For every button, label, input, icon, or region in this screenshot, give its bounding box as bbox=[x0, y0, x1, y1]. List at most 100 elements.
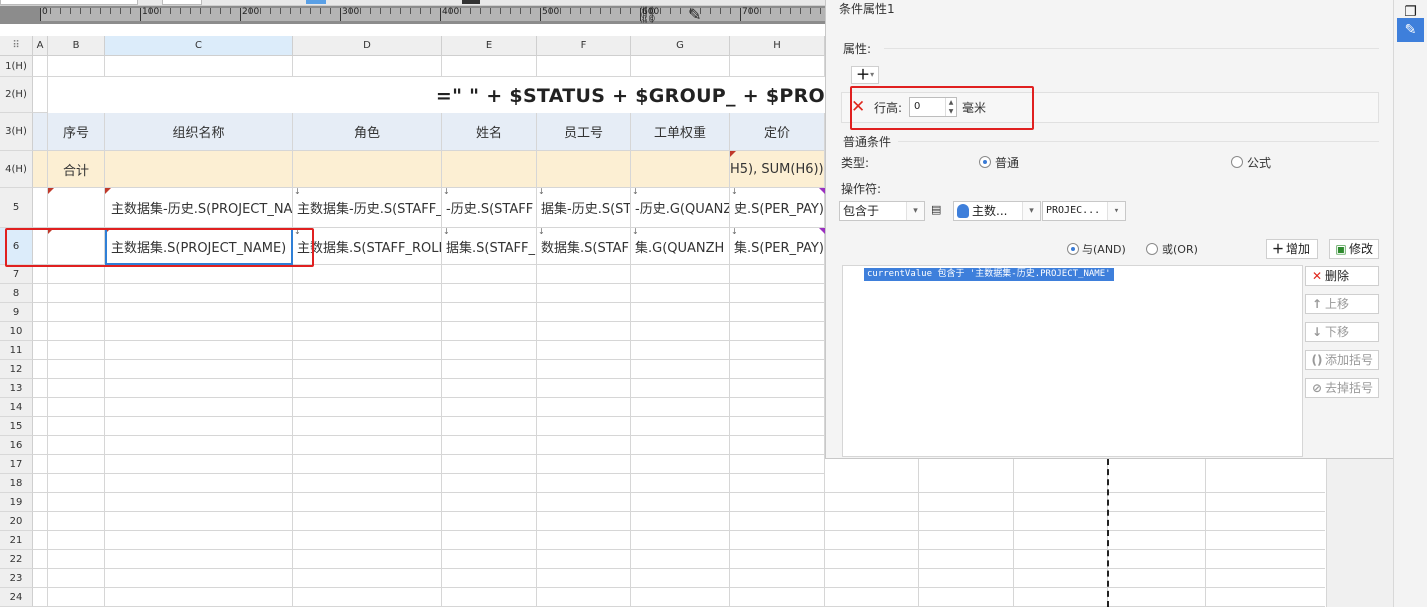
column-header-d[interactable]: D bbox=[293, 36, 442, 56]
cell-empty[interactable] bbox=[105, 284, 293, 303]
header-cell[interactable]: 角色 bbox=[293, 113, 442, 151]
cell-empty[interactable] bbox=[730, 455, 825, 474]
font-size-select[interactable] bbox=[162, 0, 202, 5]
row-header-13[interactable]: 13 bbox=[0, 379, 33, 398]
cell-empty[interactable] bbox=[730, 588, 825, 607]
cell-empty[interactable] bbox=[293, 265, 442, 284]
cell-empty[interactable] bbox=[293, 303, 442, 322]
cell-empty[interactable] bbox=[730, 512, 825, 531]
cell-empty[interactable] bbox=[631, 417, 730, 436]
cell-empty[interactable] bbox=[48, 436, 105, 455]
cell-empty[interactable] bbox=[105, 379, 293, 398]
total-label-cell[interactable]: 合计 bbox=[48, 151, 105, 188]
row-header-24[interactable]: 24 bbox=[0, 588, 33, 607]
cell-empty[interactable] bbox=[48, 493, 105, 512]
cell-empty[interactable] bbox=[537, 550, 631, 569]
cell-empty[interactable] bbox=[631, 379, 730, 398]
cell-empty[interactable] bbox=[48, 341, 105, 360]
cell-empty[interactable] bbox=[631, 569, 730, 588]
data-cell[interactable]: 据集-历史.S(STA bbox=[537, 188, 631, 228]
cell-empty[interactable] bbox=[631, 474, 730, 493]
edit-pencil-icon[interactable]: ✎ bbox=[1397, 18, 1424, 42]
row-header-14[interactable]: 14 bbox=[0, 398, 33, 417]
cell-empty[interactable] bbox=[33, 531, 48, 550]
cell-empty[interactable] bbox=[537, 265, 631, 284]
cell-empty[interactable] bbox=[105, 512, 293, 531]
cell-empty[interactable] bbox=[631, 265, 730, 284]
condition-item[interactable]: currentValue 包含于 '主数据集-历史.PROJECT_NAME' bbox=[864, 268, 1114, 281]
cell-empty[interactable] bbox=[631, 360, 730, 379]
cell-empty[interactable] bbox=[442, 550, 537, 569]
cell-empty[interactable] bbox=[48, 322, 105, 341]
type-formula-radio[interactable] bbox=[1231, 156, 1243, 168]
cell-empty[interactable] bbox=[730, 303, 825, 322]
header-cell[interactable]: 员工号 bbox=[537, 113, 631, 151]
row-header-5[interactable]: 5 bbox=[0, 188, 33, 228]
row-header-9[interactable]: 9 bbox=[0, 303, 33, 322]
cell-empty[interactable] bbox=[537, 474, 631, 493]
cell-empty[interactable] bbox=[105, 474, 293, 493]
header-cell[interactable]: 序号 bbox=[48, 113, 105, 151]
or-radio[interactable] bbox=[1146, 243, 1158, 255]
cell-empty[interactable] bbox=[48, 379, 105, 398]
row-header-8[interactable]: 8 bbox=[0, 284, 33, 303]
cell-empty[interactable] bbox=[33, 188, 48, 228]
row-header-2[interactable]: 2(H) bbox=[0, 77, 33, 113]
cell-empty[interactable] bbox=[105, 531, 293, 550]
column-header-f[interactable]: F bbox=[537, 36, 631, 56]
cell-empty[interactable] bbox=[48, 550, 105, 569]
cell-empty[interactable] bbox=[33, 360, 48, 379]
cell-empty[interactable] bbox=[33, 436, 48, 455]
cell-empty[interactable] bbox=[537, 341, 631, 360]
cell-empty[interactable] bbox=[442, 455, 537, 474]
row-header-22[interactable]: 22 bbox=[0, 550, 33, 569]
header-cell[interactable]: 组织名称 bbox=[105, 113, 293, 151]
link-break-icon[interactable]: ⛓ bbox=[638, 6, 658, 24]
cell-empty[interactable] bbox=[442, 303, 537, 322]
cell-empty[interactable] bbox=[537, 531, 631, 550]
row-header-21[interactable]: 21 bbox=[0, 531, 33, 550]
cell-empty[interactable] bbox=[33, 322, 48, 341]
cell-empty[interactable] bbox=[631, 303, 730, 322]
cell-empty[interactable] bbox=[293, 436, 442, 455]
cell-empty[interactable] bbox=[293, 512, 442, 531]
cell-empty[interactable] bbox=[442, 398, 537, 417]
operator-select[interactable]: 包含于 ▾ bbox=[839, 201, 925, 221]
cell-empty[interactable] bbox=[631, 531, 730, 550]
cell-empty[interactable] bbox=[631, 398, 730, 417]
cell-empty[interactable] bbox=[105, 417, 293, 436]
title-formula-cell[interactable]: =" " + $STATUS + $GROUP_ + $PRO bbox=[48, 78, 825, 114]
cell-empty[interactable] bbox=[631, 284, 730, 303]
cell-empty[interactable] bbox=[631, 588, 730, 607]
cell-empty[interactable] bbox=[293, 398, 442, 417]
data-cell[interactable]: -历史.S(STAFF bbox=[442, 188, 537, 228]
cell-empty[interactable] bbox=[33, 56, 48, 77]
cell-empty[interactable] bbox=[105, 550, 293, 569]
cell-empty[interactable] bbox=[537, 569, 631, 588]
cell-empty[interactable] bbox=[293, 474, 442, 493]
cell-empty[interactable] bbox=[33, 151, 48, 188]
data-cell[interactable]: 主数据集.S(STAFF_ROLE bbox=[293, 228, 442, 265]
cell-empty[interactable] bbox=[442, 436, 537, 455]
total-cell[interactable] bbox=[293, 151, 442, 188]
add-condition-button[interactable]: ＋增加 bbox=[1266, 239, 1318, 259]
cell-empty[interactable] bbox=[730, 474, 825, 493]
cell-empty[interactable] bbox=[293, 531, 442, 550]
row-header-4[interactable]: 4(H) bbox=[0, 151, 33, 188]
row-header-11[interactable]: 11 bbox=[0, 341, 33, 360]
cell-empty[interactable] bbox=[631, 322, 730, 341]
cell-empty[interactable] bbox=[48, 360, 105, 379]
cell-empty[interactable] bbox=[48, 417, 105, 436]
column-header-g[interactable]: G bbox=[631, 36, 730, 56]
cell-empty[interactable] bbox=[33, 550, 48, 569]
delete-button[interactable]: ✕ 删除 bbox=[1305, 266, 1379, 286]
cell-empty[interactable] bbox=[105, 303, 293, 322]
cell-empty[interactable] bbox=[631, 493, 730, 512]
header-cell[interactable]: 工单权重 bbox=[631, 113, 730, 151]
cell-empty[interactable] bbox=[293, 455, 442, 474]
cell-empty[interactable] bbox=[442, 512, 537, 531]
cell-empty[interactable] bbox=[631, 436, 730, 455]
cell-empty[interactable] bbox=[105, 265, 293, 284]
cell-empty[interactable] bbox=[730, 531, 825, 550]
row-header-10[interactable]: 10 bbox=[0, 322, 33, 341]
